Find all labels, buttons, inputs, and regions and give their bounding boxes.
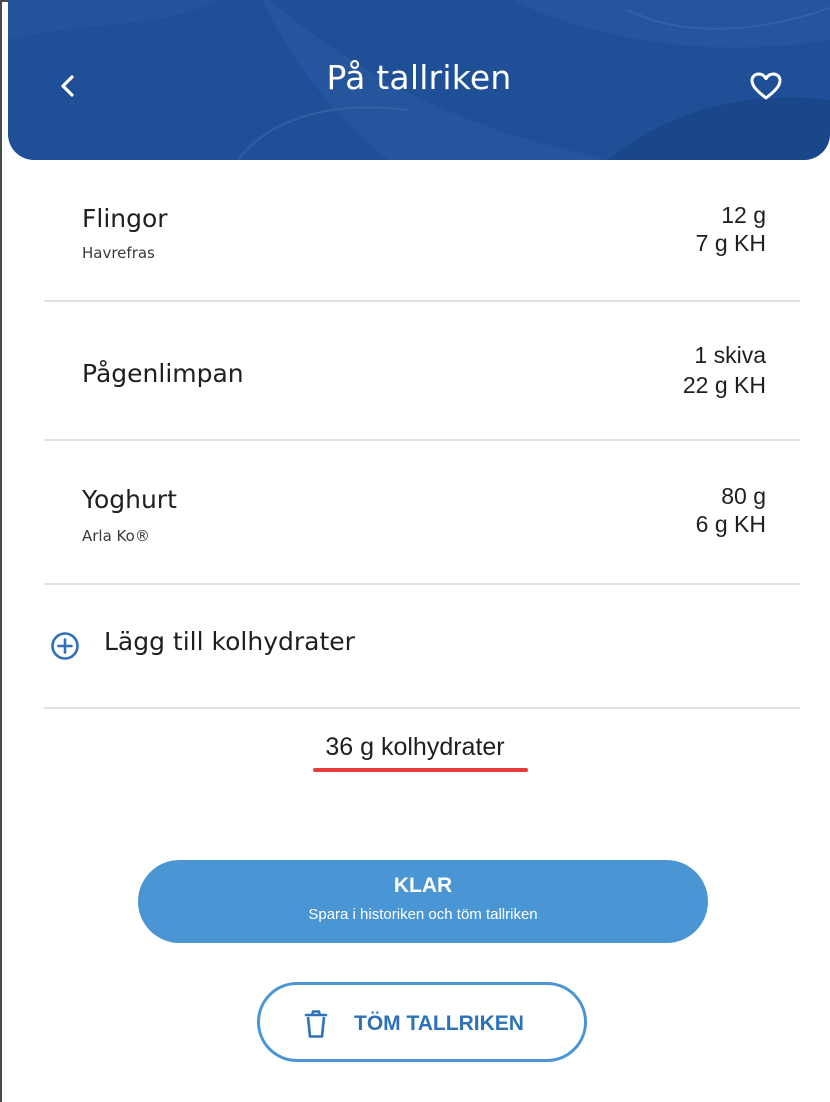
food-name: Pågenlimpan <box>82 359 244 388</box>
plus-circle-icon <box>51 632 79 660</box>
add-carbs-button[interactable]: Lägg till kolhydrater <box>44 585 800 709</box>
food-amount: 12 g <box>721 202 766 228</box>
food-carbs: 7 g KH <box>695 230 766 256</box>
clear-plate-label: TÖM TALLRIKEN <box>354 1012 524 1035</box>
food-brand: Havrefras <box>82 244 155 262</box>
food-name: Yoghurt <box>82 485 177 514</box>
clear-plate-button[interactable]: TÖM TALLRIKEN <box>257 982 587 1062</box>
food-brand: Arla Ko® <box>82 527 150 545</box>
page-title: På tallriken <box>326 58 512 97</box>
add-carbs-label: Lägg till kolhydrater <box>104 627 355 656</box>
plate-item[interactable]: Flingor Havrefras 12 g 7 g KH <box>44 160 800 302</box>
done-button-sublabel: Spara i historiken och töm tallriken <box>308 906 538 923</box>
total-underline <box>313 768 528 772</box>
favorite-button[interactable] <box>742 62 790 110</box>
heart-outline-icon <box>750 72 782 100</box>
total-carbs: 36 g kolhydrater <box>325 733 505 761</box>
food-amount: 80 g <box>721 483 766 509</box>
food-carbs: 6 g KH <box>695 511 766 537</box>
window-frame-left <box>0 0 2 1102</box>
food-amount: 1 skiva <box>694 342 766 368</box>
food-carbs: 22 g KH <box>682 372 766 398</box>
plate-item[interactable]: Yoghurt Arla Ko® 80 g 6 g KH <box>44 441 800 585</box>
plate-item[interactable]: Pågenlimpan 1 skiva 22 g KH <box>44 302 800 441</box>
food-name: Flingor <box>82 204 168 233</box>
done-button[interactable]: KLAR Spara i historiken och töm tallrike… <box>138 860 708 943</box>
done-button-label: KLAR <box>393 874 453 897</box>
trash-icon <box>304 1010 328 1038</box>
app-header: På tallriken <box>8 0 830 160</box>
